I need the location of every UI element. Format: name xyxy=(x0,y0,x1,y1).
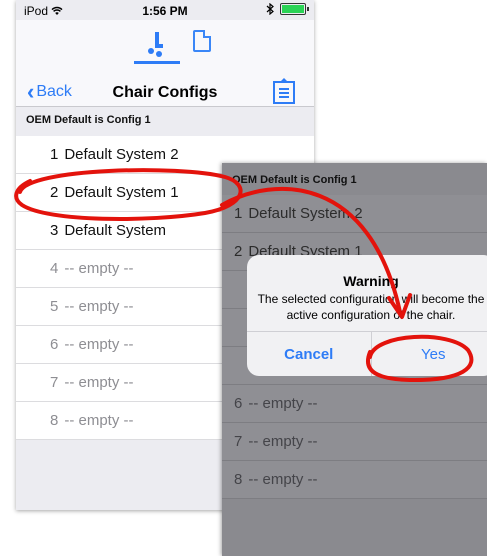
row-number: 8 xyxy=(234,471,243,488)
row-number: 1 xyxy=(50,146,59,163)
config-row-7: 7 -- empty -- xyxy=(222,423,487,461)
alert-title: Warning xyxy=(343,273,399,289)
section-header: OEM Default is Config 1 xyxy=(26,114,151,126)
document-icon[interactable] xyxy=(193,30,211,52)
bluetooth-icon xyxy=(266,3,274,15)
config-row-6: 6 -- empty -- xyxy=(222,385,487,423)
row-number: 2 xyxy=(50,184,59,201)
row-label: Default System 1 xyxy=(64,184,179,201)
chair-icon[interactable] xyxy=(142,30,172,58)
nav-bar: ‹ Back Chair Configs xyxy=(16,20,314,107)
row-label: Default System 2 xyxy=(248,205,363,222)
row-label: -- empty -- xyxy=(64,374,134,391)
config-row-1: 1 Default System 2 xyxy=(222,195,487,233)
row-number: 2 xyxy=(234,243,243,260)
confirm-dialog-screen: OEM Default is Config 1 1 Default System … xyxy=(222,163,487,556)
row-number: 1 xyxy=(234,205,243,222)
config-row-8: 8 -- empty -- xyxy=(222,461,487,499)
row-label: Default System 2 xyxy=(64,146,179,163)
row-label: -- empty -- xyxy=(64,298,134,315)
yes-button[interactable]: Yes xyxy=(372,332,487,376)
row-number: 5 xyxy=(50,298,59,315)
row-number: 8 xyxy=(50,412,59,429)
status-right xyxy=(266,3,309,15)
row-label: -- empty -- xyxy=(64,260,134,277)
alert-message: The selected configuration will become t… xyxy=(257,292,485,322)
row-number: 4 xyxy=(50,260,59,277)
row-label: -- empty -- xyxy=(64,412,134,429)
status-bar: iPod 1:56 PM xyxy=(16,0,314,20)
row-number: 6 xyxy=(234,395,243,412)
upload-doc-icon[interactable] xyxy=(273,78,295,104)
cancel-button[interactable]: Cancel xyxy=(247,332,372,376)
row-number: 6 xyxy=(50,336,59,353)
battery-icon xyxy=(280,3,309,15)
segment-selected-indicator xyxy=(134,61,180,64)
row-label: -- empty -- xyxy=(248,395,318,412)
row-label: -- empty -- xyxy=(64,336,134,353)
row-number: 7 xyxy=(234,433,243,450)
row-label: -- empty -- xyxy=(248,433,318,450)
row-label: Default System xyxy=(64,222,167,239)
warning-alert: Warning The selected configuration will … xyxy=(247,255,487,376)
row-number: 3 xyxy=(50,222,59,239)
alert-buttons: Cancel Yes xyxy=(247,331,487,376)
section-header: OEM Default is Config 1 xyxy=(232,174,357,186)
row-number: 7 xyxy=(50,374,59,391)
page-title: Chair Configs xyxy=(112,84,218,101)
row-label: -- empty -- xyxy=(248,471,318,488)
